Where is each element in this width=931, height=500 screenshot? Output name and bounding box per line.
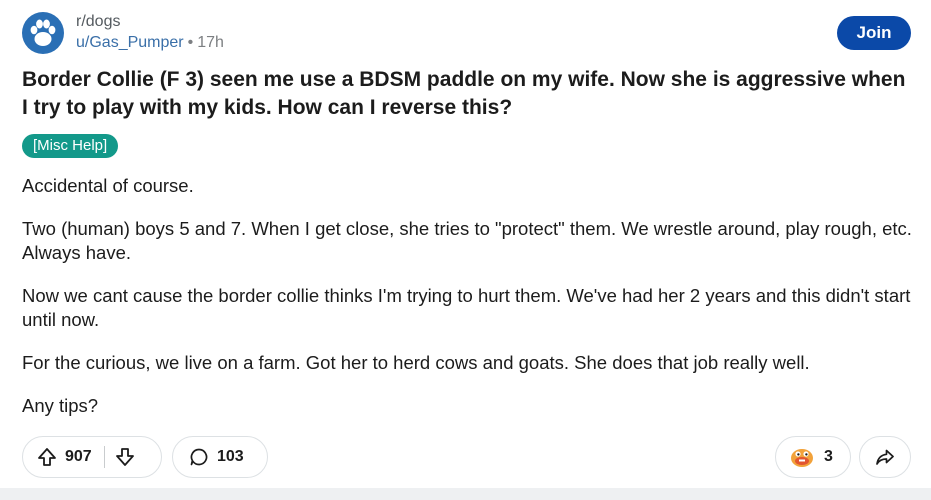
award-button[interactable]: 3: [775, 436, 851, 478]
post-title: Border Collie (F 3) seen me use a BDSM p…: [22, 68, 906, 119]
share-button[interactable]: [859, 436, 911, 478]
post-body: Accidental of course. Two (human) boys 5…: [22, 174, 917, 437]
downvote-arrow-icon[interactable]: [115, 447, 135, 467]
comment-bubble-icon: [190, 448, 208, 466]
upvote-arrow-icon[interactable]: [37, 447, 57, 467]
author-line: u/Gas_Pumper • 17h: [76, 32, 224, 54]
meta-separator: •: [187, 34, 194, 51]
paw-icon: [30, 19, 56, 46]
author-name[interactable]: u/Gas_Pumper: [76, 34, 184, 51]
post-actions: 907 103 3: [22, 436, 911, 478]
join-button[interactable]: Join: [837, 16, 911, 50]
post-header: r/dogs u/Gas_Pumper • 17h Join: [22, 12, 911, 56]
subreddit-avatar[interactable]: [22, 12, 64, 54]
post-age: 17h: [197, 34, 224, 51]
vote-divider: [103, 446, 105, 468]
feed-divider: [0, 488, 931, 500]
post-flair[interactable]: [Misc Help]: [22, 134, 119, 158]
body-paragraph: Accidental of course.: [22, 175, 194, 196]
body-paragraph: Two (human) boys 5 and 7. When I get clo…: [22, 218, 912, 263]
vote-control: 907: [22, 436, 162, 478]
award-count: 3: [824, 448, 833, 465]
award-icon: [791, 449, 813, 467]
comments-button[interactable]: 103: [172, 436, 268, 478]
post-meta: r/dogs u/Gas_Pumper • 17h: [76, 12, 224, 54]
body-paragraph: For the curious, we live on a farm. Got …: [22, 352, 810, 373]
comment-count: 103: [217, 448, 244, 465]
body-paragraph: Now we cant cause the border collie thin…: [22, 285, 911, 330]
body-paragraph: Any tips?: [22, 395, 99, 416]
subreddit-name[interactable]: r/dogs: [76, 12, 224, 32]
share-arrow-icon: [876, 449, 894, 465]
vote-score: 907: [65, 448, 92, 465]
